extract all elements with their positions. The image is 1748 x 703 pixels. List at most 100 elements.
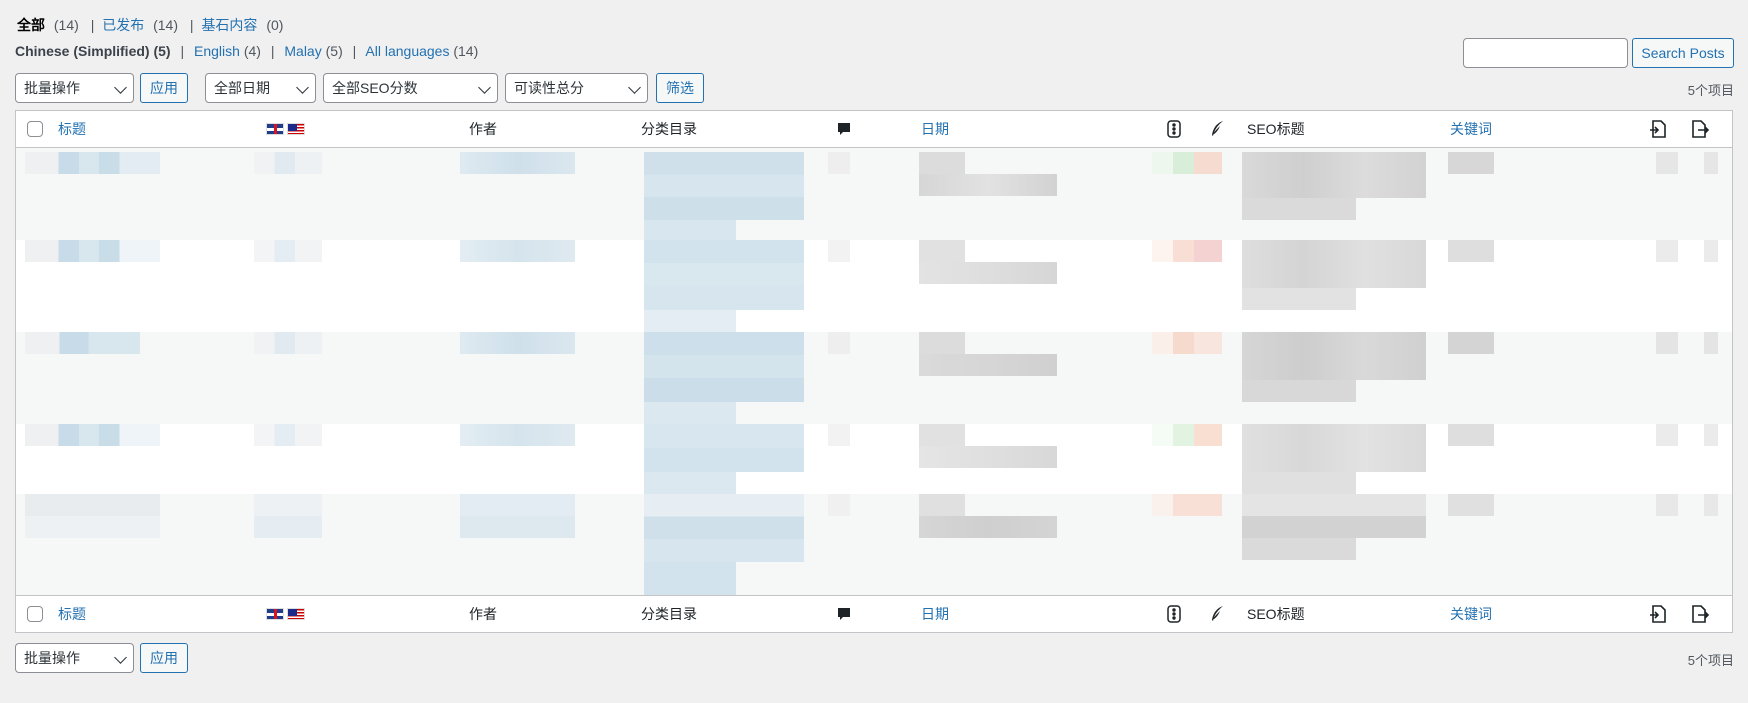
column-title[interactable]: 标题 [58,596,86,632]
bulk-action-value: 批量操作 [24,80,80,96]
search-posts-button[interactable]: Search Posts [1632,38,1734,68]
column-outbound-links[interactable] [1690,596,1710,632]
blurred-title [25,332,140,354]
lang-all-count: (14) [453,43,479,59]
feather-icon [1212,606,1223,621]
blurred-outbound [1704,424,1718,446]
column-categories: 分类目录 [641,121,697,137]
column-readability[interactable] [1209,596,1225,632]
column-categories: 分类目录 [641,606,697,622]
column-author: 作者 [469,121,497,137]
table-row[interactable] [16,240,1732,332]
comment-icon [838,608,850,620]
blurred-categories [644,152,804,220]
separator: | [352,43,357,59]
column-inbound-links[interactable] [1648,596,1668,632]
view-all[interactable]: 全部 [17,17,45,33]
blurred-title [25,152,160,174]
apply-button[interactable]: 应用 [140,73,188,103]
blurred-scores [1152,332,1222,354]
lang-english-count: (4) [243,43,261,59]
language-filter: Chinese (Simplified) (5) | English (4) |… [15,43,478,59]
blurred-comments [828,332,850,354]
blurred-title [25,240,160,262]
column-seo-title: SEO标题 [1247,121,1305,137]
blurred-keyword [1448,424,1494,446]
lang-all[interactable]: All languages [365,43,449,59]
blurred-author [460,494,575,538]
blurred-outbound [1704,240,1718,262]
blurred-categories [644,310,736,332]
blurred-seo-title [1242,332,1426,380]
blurred-date [919,174,1057,196]
table-row[interactable] [16,424,1732,494]
filter-button[interactable]: 筛选 [656,73,704,103]
my-flag-icon [287,608,305,620]
blurred-categories [644,494,804,562]
blurred-seo-title [1242,472,1356,494]
bulk-action-select-bottom[interactable]: 批量操作 [15,643,134,673]
blurred-categories [644,402,736,424]
search-input[interactable] [1463,38,1628,68]
feather-icon [1212,121,1223,136]
blurred-categories [644,240,804,310]
column-date[interactable]: 日期 [921,111,949,147]
separator: | [189,17,194,33]
inbound-links-icon [1650,120,1666,138]
blurred-date [919,424,965,446]
column-readability[interactable] [1209,111,1225,147]
table-footer: 标题 作者 分类目录 日期 SEO标题 关键词 [16,595,1732,632]
readability-filter-select[interactable]: 可读性总分 [505,73,648,103]
blurred-seo-title [1242,380,1356,402]
select-all-checkbox[interactable] [27,606,43,622]
blurred-categories [644,562,736,595]
blurred-comments [828,152,850,174]
column-keyword[interactable]: 关键词 [1450,111,1492,147]
chevron-down-icon [114,81,127,94]
column-translations [266,596,308,632]
apply-button-bottom[interactable]: 应用 [140,643,188,673]
seo-score-filter-select[interactable]: 全部SEO分数 [323,73,498,103]
blurred-date [919,240,965,262]
blurred-comments [828,240,850,262]
select-all-checkbox[interactable] [27,121,43,137]
blurred-title [25,494,160,538]
blurred-seo-title [1242,240,1426,288]
column-seo-score[interactable] [1166,111,1182,147]
column-inbound-links[interactable] [1648,111,1668,147]
table-row[interactable] [16,494,1732,595]
table-row[interactable] [16,332,1732,424]
blurred-seo-title [1242,424,1426,472]
blurred-seo-title [1242,152,1426,198]
lang-english[interactable]: English [194,43,240,59]
column-title[interactable]: 标题 [58,111,86,147]
chevron-down-icon [296,81,309,94]
separator: | [270,43,275,59]
view-cornerstone[interactable]: 基石内容 [201,17,257,33]
column-seo-score[interactable] [1166,596,1182,632]
separator: | [180,43,185,59]
separator: | [90,17,95,33]
view-published[interactable]: 已发布 [102,17,144,33]
traffic-light-icon [1167,120,1181,138]
table-row[interactable] [16,148,1732,240]
date-filter-select[interactable]: 全部日期 [205,73,316,103]
blurred-author [460,332,575,354]
column-keyword[interactable]: 关键词 [1450,596,1492,632]
lang-malay[interactable]: Malay [284,43,321,59]
comment-icon [838,123,850,135]
blurred-date [919,494,965,516]
blurred-categories [644,424,804,472]
items-count: 5个项目 [1687,83,1734,98]
lang-chinese[interactable]: Chinese (Simplified) (5) [15,43,171,59]
column-seo-title: SEO标题 [1247,606,1305,622]
blurred-scores [1152,494,1222,516]
column-outbound-links[interactable] [1690,111,1710,147]
column-comments[interactable] [836,596,852,632]
column-date[interactable]: 日期 [921,596,949,632]
blurred-categories [644,472,736,494]
view-cornerstone-count: (0) [266,17,284,33]
bulk-action-select[interactable]: 批量操作 [15,73,134,103]
column-comments[interactable] [836,111,852,147]
column-translations [266,111,308,147]
